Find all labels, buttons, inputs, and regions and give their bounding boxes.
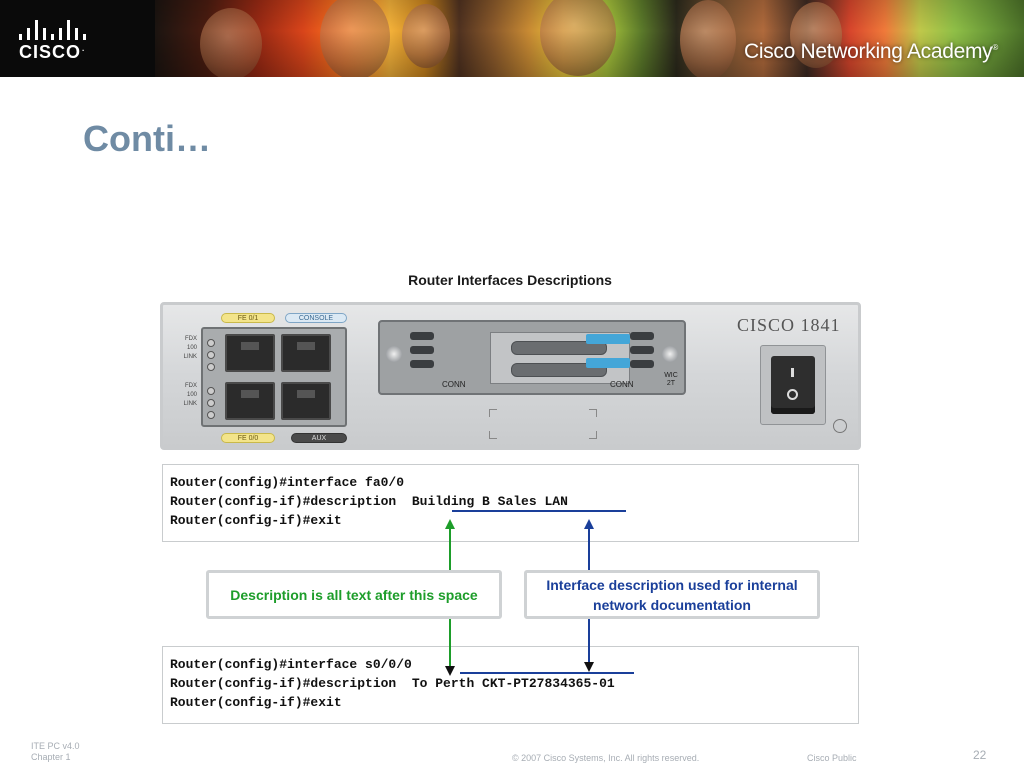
cisco-logo: CISCO. (0, 0, 155, 77)
wic-label: WIC 2T (664, 372, 678, 387)
cli-line: Router(config-if)#exit (170, 513, 342, 528)
rj45-port (281, 382, 331, 420)
cli-line: Router(config-if)#exit (170, 695, 342, 710)
router-rear-panel-image: FE 0/1 CONSOLE FDX 100 LINK FDX 100 LINK… (160, 302, 861, 450)
callout-internal-documentation: Interface description used for internal … (524, 570, 820, 619)
academy-name: Cisco Networking Academy® (743, 40, 998, 63)
footer-classification: Cisco Public (807, 753, 857, 763)
header-banner: CISCO. Cisco Networking Academy® (0, 0, 1024, 77)
rj45-port (225, 382, 275, 420)
rj45-port (281, 334, 331, 372)
wic-slot: CONN CONN WIC 2T (378, 320, 686, 395)
led-legend: FDX 100 LINK FDX 100 LINK (183, 336, 197, 407)
rj45-port (225, 334, 275, 372)
power-switch (760, 345, 826, 425)
port-label: CONSOLE (285, 313, 347, 323)
callout-description-space: Description is all text after this space (206, 570, 502, 619)
conn-label: CONN (442, 380, 466, 389)
cli-line: Router(config-if)#description Building B… (170, 494, 568, 509)
page-number: 22 (973, 748, 987, 762)
cli-line: Router(config)#interface fa0/0 (170, 475, 405, 490)
screw-icon (662, 346, 678, 362)
ground-icon (833, 419, 847, 433)
cli-line: Router(config)#interface s0/0/0 (170, 657, 412, 672)
cisco-bars-icon (19, 20, 93, 40)
footer-course: ITE PC v4.0 Chapter 1 (31, 741, 80, 762)
conn-label: CONN (610, 380, 634, 389)
cli-line: Router(config-if)#description To Perth C… (170, 676, 615, 691)
router-model-label: CISCO 1841 (737, 315, 841, 335)
cli-box-fa0-0: Router(config)#interface fa0/0 Router(co… (162, 464, 859, 542)
cli-box-s0-0-0: Router(config)#interface s0/0/0 Router(c… (162, 646, 859, 724)
screw-icon (386, 346, 402, 362)
footer-copyright: © 2007 Cisco Systems, Inc. All rights re… (512, 753, 700, 763)
ethernet-port-block (201, 327, 347, 427)
port-label: FE 0/0 (221, 433, 275, 443)
port-label: FE 0/1 (221, 313, 275, 323)
port-label: AUX (291, 433, 347, 443)
slide-title: Conti… (83, 118, 211, 159)
figure-title: Router Interfaces Descriptions (408, 272, 612, 288)
cisco-wordmark: CISCO. (19, 42, 86, 62)
